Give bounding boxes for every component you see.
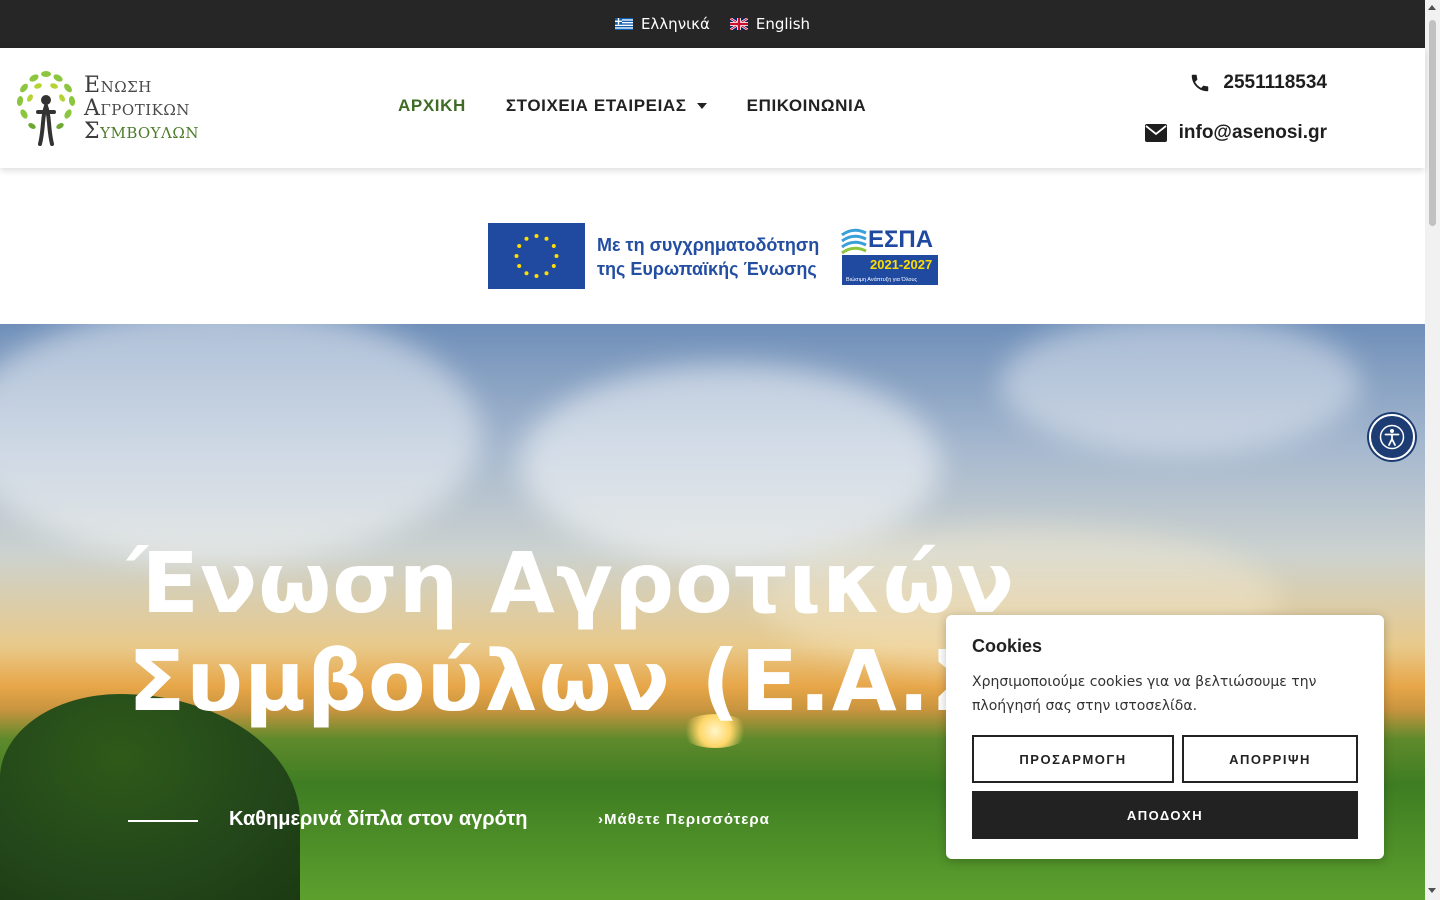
cookie-customize-button[interactable]: ΠΡΟΣΑΡΜΟΓΗ xyxy=(972,735,1174,783)
page-scrollbar[interactable] xyxy=(1425,0,1440,900)
accessibility-icon xyxy=(1379,424,1405,450)
phone-icon xyxy=(1192,74,1209,92)
scroll-up-icon[interactable] xyxy=(1428,5,1436,10)
nav-item-contact[interactable]: ΕΠΙΚΟΙΝΩΝΙΑ xyxy=(747,96,867,116)
language-english-link[interactable]: English xyxy=(729,15,811,33)
envelope-icon xyxy=(1144,124,1167,142)
site-logo[interactable]: ΕΝΩΣΗ ΑΓΡΟΤΙΚΩΝ ΣΥΜΒΟΥΛΩΝ xyxy=(14,68,224,150)
espa-title: ΕΣΠΑ xyxy=(868,226,933,253)
scroll-thumb[interactable] xyxy=(1429,20,1436,226)
email-address: info@asenosi.gr xyxy=(1178,122,1327,143)
language-english-label: English xyxy=(755,15,811,33)
scroll-down-icon[interactable] xyxy=(1428,888,1436,893)
language-greek-label: Ελληνικά xyxy=(640,15,710,33)
cookie-title: Cookies xyxy=(972,636,1043,656)
language-greek-link[interactable]: Ελληνικά xyxy=(614,15,710,33)
hero-title: Ένωση Αγροτικών Συμβούλων (Ε.Α.Σ xyxy=(128,534,1016,730)
eu-funding-text: Με τη συγχρηματοδότηση της Ευρωπαϊκής Έν… xyxy=(597,233,819,281)
cookie-text: Χρησιμοποιούμε cookies για να βελτιώσουμ… xyxy=(972,674,1317,714)
tagline-divider xyxy=(128,820,198,822)
greek-flag-icon xyxy=(614,18,633,30)
chevron-down-icon xyxy=(696,103,707,109)
cookie-consent-dialog: Cookies Χρησιμοποιούμε cookies για να βε… xyxy=(946,615,1384,859)
eu-funding-line2: της Ευρωπαϊκής Ένωσης xyxy=(597,259,817,279)
phone-number: 2551118534 xyxy=(1223,72,1327,93)
eu-flag-icon xyxy=(488,223,585,289)
nav-item-home[interactable]: ΑΡΧΙΚΗ xyxy=(398,96,466,116)
site-header: ΕΝΩΣΗ ΑΓΡΟΤΙΚΩΝ ΣΥΜΒΟΥΛΩΝ ΑΡΧΙΚΗ ΣΤΟΙΧΕΙ… xyxy=(0,48,1425,168)
espa-subtitle: Βιώσιμη Ανάπτυξη για Όλους xyxy=(846,276,917,283)
language-bar: Ελληνικά English xyxy=(0,0,1425,48)
accessibility-button[interactable] xyxy=(1369,414,1415,460)
nav-item-company-label: ΣΤΟΙΧΕΙΑ ΕΤΑΙΡΕΙΑΣ xyxy=(505,96,687,115)
main-nav: ΑΡΧΙΚΗ ΣΤΟΙΧΕΙΑ ΕΤΑΙΡΕΙΑΣ ΕΠΙΚΟΙΝΩΝΙΑ xyxy=(398,96,866,116)
eu-funding-line1: Με τη συγχρηματοδότηση xyxy=(597,235,820,255)
nav-item-company[interactable]: ΣΤΟΙΧΕΙΑ ΕΤΑΙΡΕΙΑΣ xyxy=(506,96,707,116)
eu-funding-banner: Με τη συγχρηματοδότηση της Ευρωπαϊκής Έν… xyxy=(466,200,964,308)
espa-logo-icon: ΕΣΠΑ 2021-2027 Βιώσιμη Ανάπτυξη για Όλου… xyxy=(840,223,940,289)
cookie-reject-button[interactable]: ΑΠΟΡΡΙΨΗ xyxy=(1182,735,1358,783)
espa-years: 2021-2027 xyxy=(870,257,932,272)
cookie-accept-button[interactable]: ΑΠΟΔΟΧΗ xyxy=(972,791,1358,839)
header-contact: 2551118534 info@asenosi.gr xyxy=(1144,70,1327,146)
learn-more-link[interactable]: ›Μάθετε Περισσότερα xyxy=(598,811,770,828)
hero-tagline: Καθημερινά δίπλα στον αγρότη xyxy=(229,808,528,830)
tree-people-logo-icon xyxy=(16,71,76,146)
uk-flag-icon xyxy=(729,18,748,30)
phone-link[interactable]: 2551118534 xyxy=(1145,70,1327,96)
logo-text: ΕΝΩΣΗ ΑΓΡΟΤΙΚΩΝ ΣΥΜΒΟΥΛΩΝ xyxy=(84,72,199,144)
email-link[interactable]: info@asenosi.gr xyxy=(1144,120,1327,146)
